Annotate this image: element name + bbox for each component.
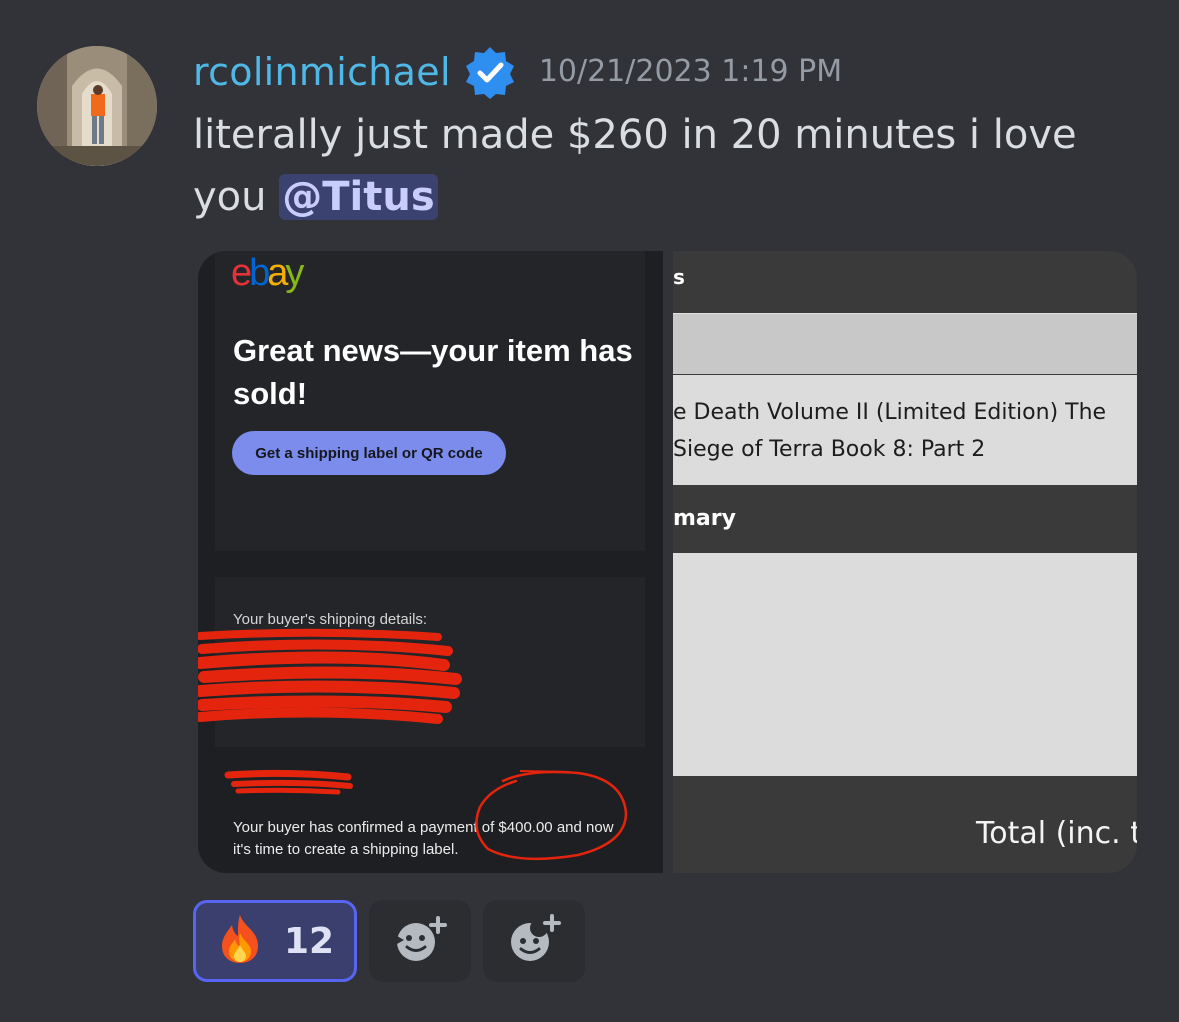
ebay-logo: ebay	[231, 251, 304, 295]
user-mention[interactable]: @Titus	[279, 174, 438, 220]
ebay-logo-b: b	[249, 252, 270, 294]
ebay-card-top: ebay Great news—your item has sold! Get …	[215, 251, 645, 551]
message-content: literally just made $260 in 20 minutes i…	[193, 104, 1113, 228]
ebay-logo-y: y	[285, 252, 304, 294]
order-item-panel: e Death Volume II (Limited Edition) The …	[673, 375, 1137, 485]
add-super-reaction-icon	[506, 914, 562, 968]
fire-icon	[216, 913, 264, 969]
shipping-label-button[interactable]: Get a shipping label or QR code	[232, 431, 506, 475]
order-summary-heading: mary	[673, 506, 736, 531]
order-item-title-line1: e Death Volume II (Limited Edition) The	[673, 400, 1107, 425]
email-headline: Great news—your item has sold!	[233, 333, 633, 411]
user-avatar[interactable]	[37, 46, 157, 166]
ebay-card-shipping: Your buyer's shipping details:	[215, 577, 645, 747]
message-header: rcolinmichael 10/21/2023 1:19 PM	[193, 45, 843, 99]
order-total-label: Total (inc. t	[976, 816, 1137, 851]
payment-confirmation-text: Your buyer has confirmed a payment of $4…	[233, 819, 614, 858]
order-item-title-line2: Siege of Terra Book 8: Part 2	[673, 437, 986, 462]
add-super-reaction-button[interactable]	[483, 900, 585, 982]
reactions-bar: 12	[193, 900, 585, 982]
reaction-count: 12	[283, 920, 335, 962]
shipping-details-label: Your buyer's shipping details:	[233, 611, 428, 628]
order-page-fragment: s	[673, 265, 685, 289]
add-reaction-icon	[392, 914, 448, 968]
username[interactable]: rcolinmichael	[193, 48, 451, 96]
order-summary-panel	[673, 553, 1137, 776]
timestamp: 10/21/2023 1:19 PM	[538, 54, 843, 89]
attachment-image-ebay-email[interactable]: ebay Great news—your item has sold! Get …	[198, 251, 663, 873]
ebay-logo-e: e	[231, 252, 252, 294]
verified-badge-icon	[463, 45, 517, 99]
add-reaction-button[interactable]	[369, 900, 471, 982]
order-item-title: e Death Volume II (Limited Edition) The …	[673, 394, 1133, 468]
order-page-bar	[673, 313, 1137, 374]
reaction-fire[interactable]: 12	[193, 900, 357, 982]
attachment-image-order-page[interactable]: s e Death Volume II (Limited Edition) Th…	[673, 251, 1137, 873]
ebay-logo-a: a	[267, 252, 288, 294]
